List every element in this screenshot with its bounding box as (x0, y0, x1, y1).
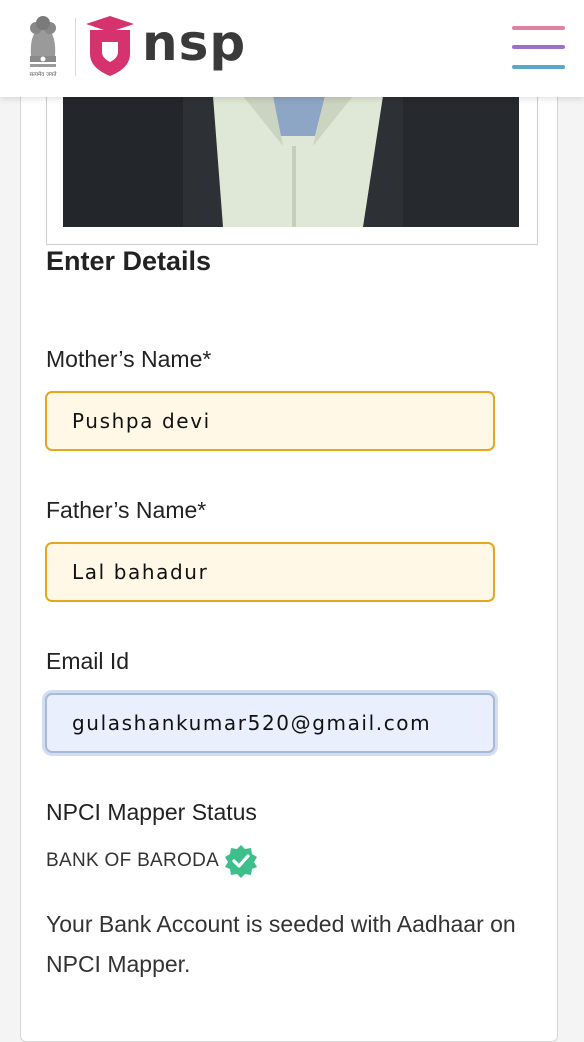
bank-name: BANK OF BARODA (46, 850, 220, 871)
fathers-name-input[interactable] (45, 542, 495, 602)
nsp-shield-logo[interactable] (84, 16, 136, 78)
national-emblem-icon: सत्यमेव जयते (29, 16, 57, 78)
mothers-name-input[interactable] (45, 391, 495, 451)
top-bar: सत्यमेव जयते nsp (0, 0, 584, 97)
mothers-name-label: Mother’s Name* (46, 346, 212, 372)
enter-details-heading: Enter Details (46, 246, 212, 276)
nsp-brand-text: nsp (142, 14, 247, 72)
email-input[interactable] (45, 693, 495, 753)
bank-status-row: BANK OF BARODA (46, 845, 259, 878)
npci-status-heading: NPCI Mapper Status (46, 799, 257, 825)
header-divider (75, 18, 76, 76)
email-label: Email Id (46, 648, 130, 674)
fathers-name-label: Father’s Name* (46, 497, 207, 523)
svg-text:सत्यमेव जयते: सत्यमेव जयते (29, 71, 57, 78)
hamburger-menu-icon[interactable] (512, 22, 566, 72)
seeding-status-message: Your Bank Account is seeded with Aadhaar… (46, 911, 516, 977)
verified-badge-icon (225, 845, 258, 878)
applicant-photo (63, 96, 519, 227)
